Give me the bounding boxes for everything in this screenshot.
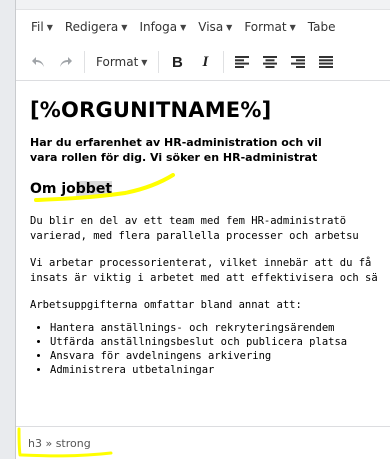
menu-format[interactable]: Format ▼ — [238, 10, 301, 44]
paragraph-1: Du blir en del av ett team med fem HR-ad… — [30, 214, 390, 244]
editor-frame: Fil ▼ Redigera ▼ Infoga ▼ Visa ▼ Format ▼ Tab… — [15, 0, 390, 459]
menubar: Fil ▼ Redigera ▼ Infoga ▼ Visa ▼ Format ▼ Tab… — [16, 10, 390, 44]
redo-icon — [60, 57, 72, 67]
chevron-down-icon: ▼ — [141, 57, 148, 67]
menu-format-label: Format — [244, 20, 287, 34]
menu-view[interactable]: Visa ▼ — [192, 10, 238, 44]
menu-insert-label: Infoga — [139, 20, 178, 34]
chevron-down-icon: ▼ — [289, 22, 296, 32]
align-left-icon — [235, 56, 250, 68]
toolbar-separator — [223, 51, 225, 73]
chevron-down-icon: ▼ — [180, 22, 187, 32]
lead-line-1: Har du erfarenhet av HR-administration o… — [30, 136, 322, 149]
paragraph-2: Vi arbetar processorienterat, vilket inn… — [30, 256, 390, 286]
toolbar-separator — [158, 51, 160, 73]
page-title: [%ORGUNITNAME%] — [30, 98, 272, 122]
paragraph-1-line-1: Du blir en del av ett team med fem HR-ad… — [30, 215, 347, 227]
chevron-down-icon: ▼ — [121, 22, 128, 32]
redo-button[interactable] — [52, 48, 80, 76]
undo-icon — [32, 57, 44, 67]
format-dropdown[interactable]: Format ▼ — [89, 48, 154, 76]
align-justify-button[interactable] — [312, 48, 340, 76]
menu-edit-label: Redigera — [64, 20, 119, 34]
lead-paragraph: Har du erfarenhet av HR-administration o… — [30, 135, 390, 165]
task-list: Hantera anställnings- och rekryteringsär… — [30, 321, 390, 377]
toolbar-separator — [84, 51, 85, 73]
bold-button[interactable]: B — [163, 48, 191, 76]
statusbar: h3 » strong — [16, 426, 390, 459]
paragraph-3: Arbetsuppgifterna omfattar bland annat a… — [30, 299, 302, 311]
menu-view-label: Visa — [198, 20, 224, 34]
chevron-down-icon: ▼ — [46, 22, 53, 32]
paragraph-1-line-2: varierad, med flera parallella processer… — [30, 230, 359, 242]
highlighter-underline — [17, 427, 113, 458]
align-center-icon — [263, 56, 278, 68]
menu-edit[interactable]: Redigera ▼ — [59, 10, 134, 44]
paragraph-2-line-1: Vi arbetar processorienterat, vilket inn… — [30, 257, 372, 269]
top-strip — [16, 0, 390, 10]
menu-table[interactable]: Tabe — [302, 10, 342, 44]
align-right-icon — [291, 56, 306, 68]
editor-content[interactable]: [%ORGUNITNAME%] Har du erfarenhet av HR-… — [16, 81, 390, 426]
align-left-button[interactable] — [228, 48, 256, 76]
toolbar: Format ▼ B I — [16, 44, 390, 81]
menu-insert[interactable]: Infoga ▼ — [133, 10, 192, 44]
italic-button[interactable]: I — [191, 48, 219, 76]
menu-file[interactable]: Fil ▼ — [16, 10, 59, 44]
list-item: Utfärda anställningsbeslut och publicera… — [50, 335, 390, 349]
menu-file-label: Fil — [31, 20, 44, 34]
align-center-button[interactable] — [256, 48, 284, 76]
menu-table-label: Tabe — [307, 20, 336, 34]
highlighter-mark — [34, 173, 175, 202]
paragraph-2-line-2: insats är viktig i arbetet med att effek… — [30, 272, 378, 284]
list-item: Ansvara för avdelningens arkivering — [50, 349, 390, 363]
list-item: Hantera anställnings- och rekryteringsär… — [50, 321, 390, 335]
lead-line-2: vara rollen för dig. Vi söker en HR-admi… — [30, 151, 318, 164]
subheading-block: Om jobbet — [30, 173, 390, 205]
align-justify-icon — [319, 56, 334, 68]
align-right-button[interactable] — [284, 48, 312, 76]
undo-button[interactable] — [24, 48, 52, 76]
list-item: Administrera utbetalningar — [50, 363, 390, 377]
chevron-down-icon: ▼ — [226, 22, 233, 32]
format-dropdown-label: Format — [96, 55, 139, 69]
